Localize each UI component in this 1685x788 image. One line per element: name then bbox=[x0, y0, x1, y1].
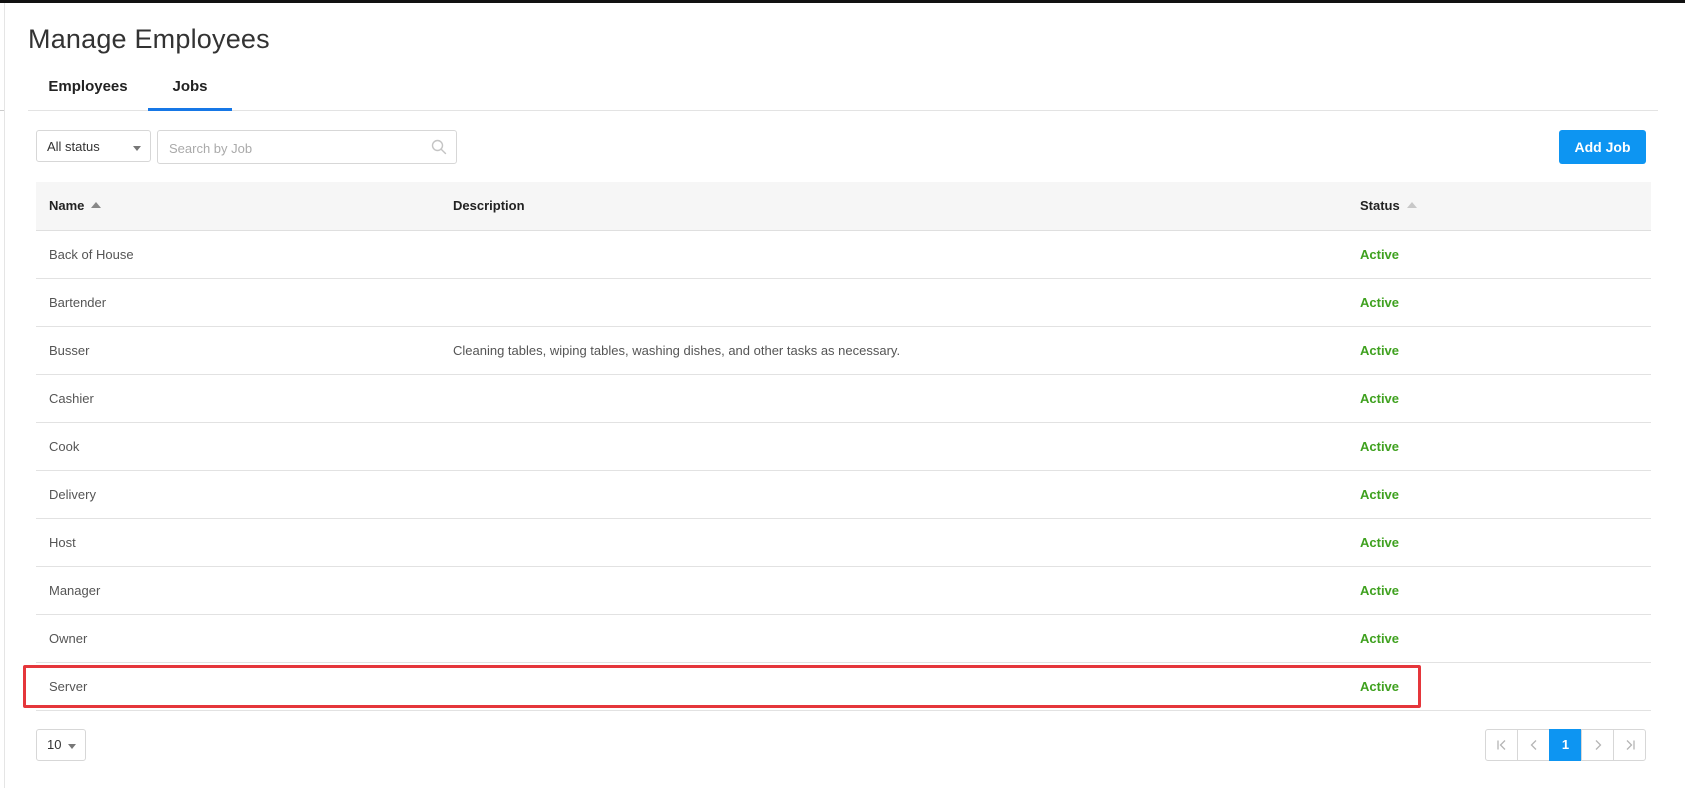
cell-status: Active bbox=[1360, 439, 1400, 454]
last-page-button[interactable] bbox=[1613, 729, 1646, 761]
table-row[interactable]: Manager Active bbox=[36, 567, 1651, 615]
top-bar bbox=[0, 0, 1685, 3]
prev-page-icon bbox=[1530, 740, 1537, 750]
cell-name: Manager bbox=[49, 583, 101, 598]
column-header-label: Description bbox=[453, 198, 525, 213]
table-row[interactable]: Owner Active bbox=[36, 615, 1651, 663]
next-page-button[interactable] bbox=[1581, 729, 1614, 761]
cell-status: Active bbox=[1360, 247, 1400, 262]
search-input[interactable] bbox=[167, 132, 421, 164]
cell-status: Active bbox=[1360, 583, 1400, 598]
tab-jobs[interactable]: Jobs bbox=[148, 68, 232, 111]
jobs-table: Name Description Status Back of House Ac… bbox=[36, 182, 1651, 711]
cell-status: Active bbox=[1360, 535, 1400, 550]
sort-asc-icon bbox=[91, 202, 102, 208]
column-header-label: Status bbox=[1360, 198, 1400, 213]
cell-status: Active bbox=[1360, 391, 1400, 406]
cell-name: Cashier bbox=[49, 391, 94, 406]
last-page-icon bbox=[1626, 740, 1635, 750]
tab-employees[interactable]: Employees bbox=[28, 68, 148, 108]
first-page-icon bbox=[1497, 740, 1506, 750]
prev-page-button[interactable] bbox=[1517, 729, 1550, 761]
cell-status: Active bbox=[1360, 631, 1400, 646]
page-button-current[interactable]: 1 bbox=[1549, 729, 1582, 761]
left-border bbox=[4, 3, 5, 788]
chevron-down-icon bbox=[133, 146, 141, 151]
cell-name: Bartender bbox=[49, 295, 107, 310]
table-row[interactable]: Bartender Active bbox=[36, 279, 1651, 327]
table-row[interactable]: Host Active bbox=[36, 519, 1651, 567]
cell-description: Cleaning tables, wiping tables, washing … bbox=[453, 343, 901, 358]
next-page-icon bbox=[1595, 740, 1602, 750]
table-header: Name Description Status bbox=[36, 182, 1651, 231]
column-header-status[interactable]: Status bbox=[1360, 182, 1417, 230]
column-header-description: Description bbox=[453, 182, 525, 230]
cell-name: Host bbox=[49, 535, 76, 550]
table-row[interactable]: Delivery Active bbox=[36, 471, 1651, 519]
cell-name: Owner bbox=[49, 631, 88, 646]
cell-name: Delivery bbox=[49, 487, 96, 502]
add-job-button[interactable]: Add Job bbox=[1559, 130, 1646, 164]
page-title: Manage Employees bbox=[28, 24, 270, 54]
cell-name: Cook bbox=[49, 439, 80, 454]
status-filter-select[interactable]: All status bbox=[36, 130, 151, 162]
cell-name: Server bbox=[49, 679, 88, 694]
cell-status: Active bbox=[1360, 487, 1400, 502]
search-icon[interactable] bbox=[431, 139, 447, 155]
column-header-name[interactable]: Name bbox=[49, 182, 102, 230]
table-row[interactable]: Busser Cleaning tables, wiping tables, w… bbox=[36, 327, 1651, 375]
chevron-down-icon bbox=[68, 744, 76, 749]
first-page-button[interactable] bbox=[1485, 729, 1518, 761]
cell-status: Active bbox=[1360, 679, 1400, 694]
cell-name: Busser bbox=[49, 343, 90, 358]
table-row-server[interactable]: Server Active bbox=[36, 663, 1651, 711]
cell-status: Active bbox=[1360, 295, 1400, 310]
table-row[interactable]: Back of House Active bbox=[36, 231, 1651, 279]
table-row[interactable]: Cashier Active bbox=[36, 375, 1651, 423]
column-header-label: Name bbox=[49, 198, 85, 213]
table-row[interactable]: Cook Active bbox=[36, 423, 1651, 471]
sort-asc-icon bbox=[1406, 202, 1417, 208]
left-border-mark bbox=[0, 110, 4, 111]
cell-status: Active bbox=[1360, 343, 1400, 358]
page-size-select[interactable]: 10 bbox=[36, 729, 86, 761]
page-size-value: 10 bbox=[47, 737, 62, 752]
cell-name: Back of House bbox=[49, 247, 134, 262]
status-filter-value: All status bbox=[47, 139, 100, 154]
tab-bar: Employees Jobs bbox=[28, 68, 1658, 111]
search-box bbox=[157, 130, 457, 164]
